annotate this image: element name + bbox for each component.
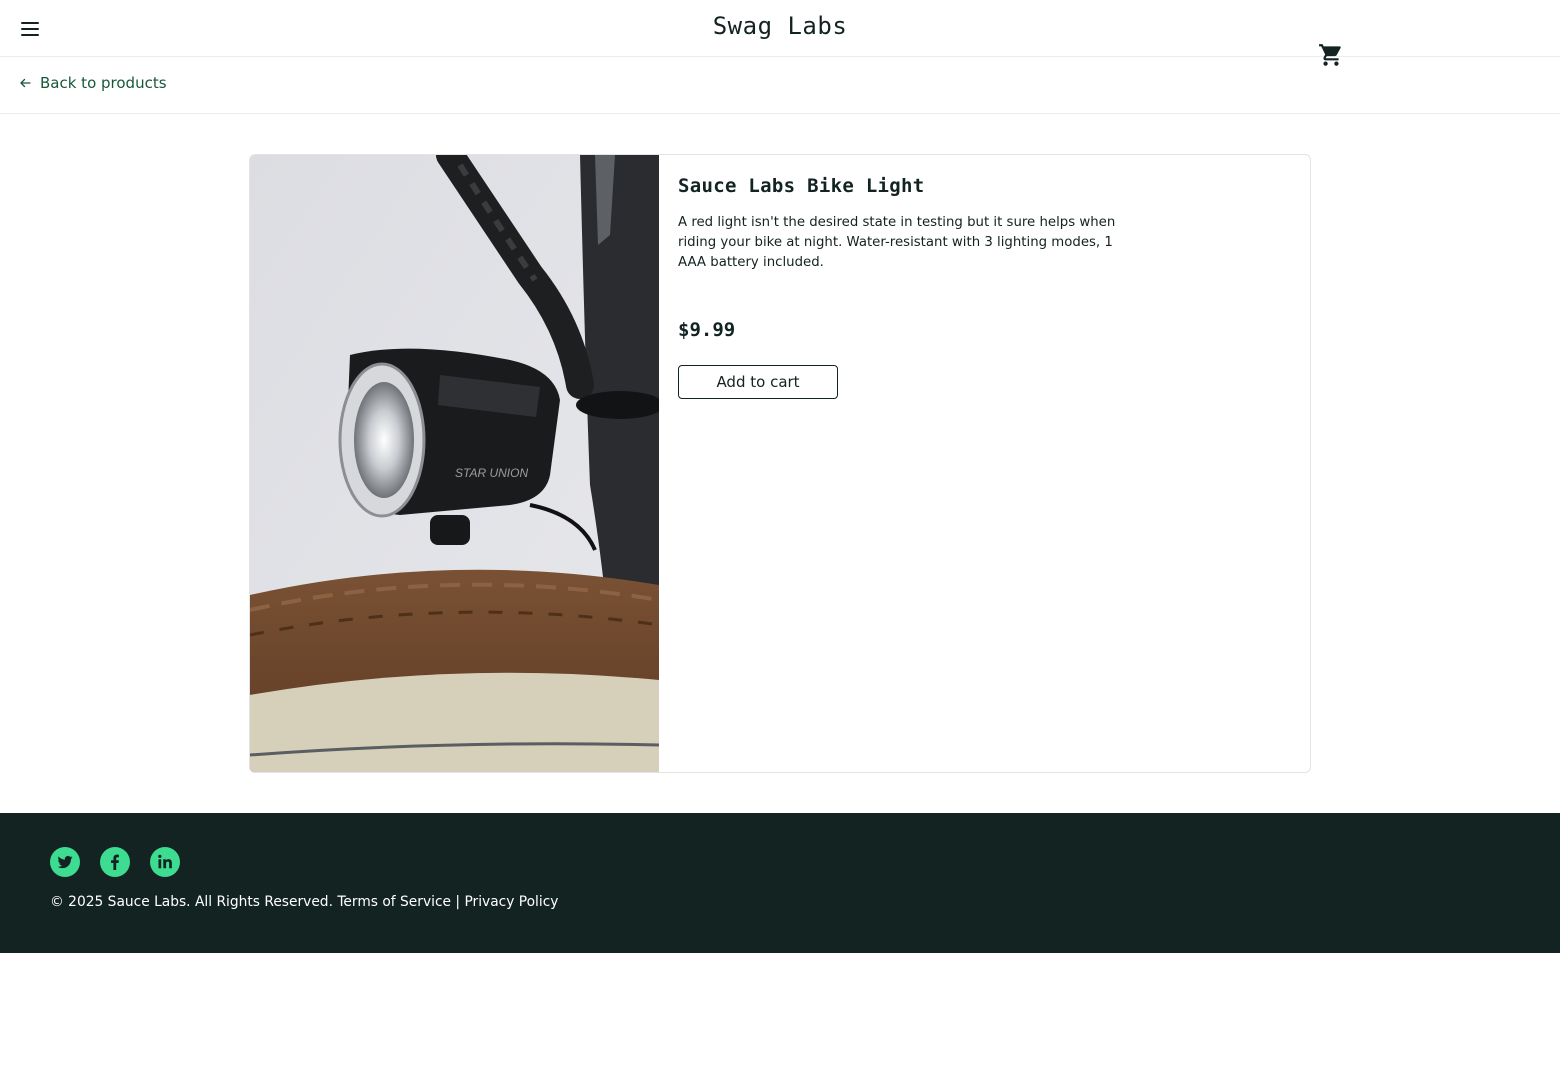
linkedin-icon[interactable] [150,847,180,877]
arrow-left-icon [20,78,31,88]
primary-header: Swag Labs [0,0,1560,66]
facebook-icon[interactable] [100,847,130,877]
back-to-products-button[interactable]: Back to products [18,74,167,92]
footer-copy: © 2025 Sauce Labs. All Rights Reserved. … [50,894,559,910]
product-details-card: STAR UNION Sauce Labs Bike Light A red l… [249,154,1311,773]
twitter-icon[interactable] [50,847,80,877]
product-image: STAR UNION [250,155,659,772]
back-to-products-label: Back to products [40,74,167,92]
secondary-header: Back to products [0,57,1560,114]
app-logo: Swag Labs [712,12,848,40]
product-info: Sauce Labs Bike Light A red light isn't … [678,175,1138,399]
product-name: Sauce Labs Bike Light [678,175,925,197]
svg-text:STAR UNION: STAR UNION [455,466,528,480]
product-description: A red light isn't the desired state in t… [678,215,1116,270]
product-price: $9.99 [678,319,736,341]
footer: © 2025 Sauce Labs. All Rights Reserved. … [0,813,1560,953]
add-to-cart-button[interactable]: Add to cart [678,365,838,399]
